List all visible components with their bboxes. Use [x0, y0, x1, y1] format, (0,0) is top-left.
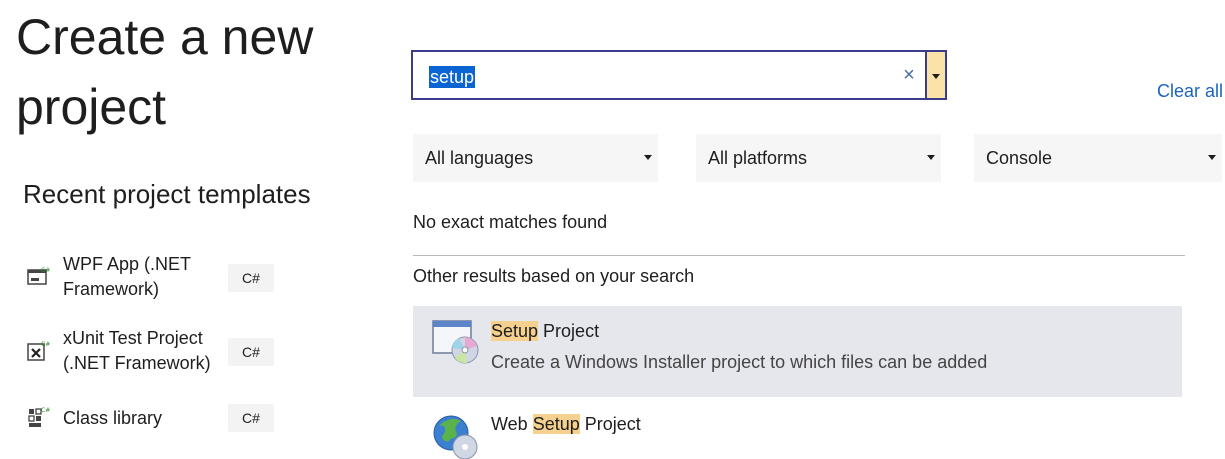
xunit-test-icon: C#: [27, 341, 50, 361]
language-filter-label: All languages: [425, 148, 534, 168]
svg-text:C#: C#: [41, 341, 50, 348]
divider: [413, 255, 1185, 256]
recent-template-label: WPF App (.NET Framework): [63, 254, 191, 299]
project-type-filter-label: Console: [986, 148, 1053, 168]
chevron-down-icon: [644, 155, 652, 160]
recent-template-item[interactable]: C# Class library C#: [24, 404, 284, 456]
language-badge: C#: [228, 264, 274, 292]
clear-search-icon[interactable]: ×: [899, 64, 919, 86]
language-badge: C#: [228, 338, 274, 366]
recent-template-item[interactable]: C# xUnit Test Project (.NET Framework) C…: [24, 326, 284, 376]
language-filter-dropdown[interactable]: All languages: [413, 134, 658, 182]
search-highlight: Setup: [491, 321, 539, 341]
web-setup-project-icon: [433, 415, 478, 459]
chevron-down-icon: [927, 155, 935, 160]
recent-template-label: xUnit Test Project (.NET Framework): [63, 328, 211, 373]
wpf-app-icon: C#: [27, 267, 50, 285]
svg-text:C#: C#: [41, 267, 50, 274]
language-badge: C#: [228, 404, 274, 432]
project-type-filter-dropdown[interactable]: Console: [974, 134, 1222, 182]
recent-templates-heading: Recent project templates: [23, 179, 311, 209]
project-template-description: Create a Windows Installer project to wh…: [491, 352, 988, 372]
search-input-value: setup: [429, 66, 476, 88]
chevron-down-icon: [1208, 155, 1216, 160]
search-highlight: Setup: [532, 414, 580, 434]
class-library-icon: C#: [28, 407, 50, 427]
setup-project-icon: [432, 320, 479, 364]
recent-template-item[interactable]: C# WPF App (.NET Framework) C#: [24, 252, 284, 302]
clear-all-link[interactable]: Clear all: [1157, 80, 1223, 102]
other-results-heading: Other results based on your search: [413, 266, 695, 286]
no-match-message: No exact matches found: [413, 212, 608, 232]
platform-filter-label: All platforms: [708, 148, 808, 168]
project-template-title: Web Setup Project: [491, 414, 641, 434]
search-history-dropdown-button[interactable]: [927, 50, 947, 100]
recent-template-label: Class library: [63, 408, 163, 428]
project-template-item[interactable]: Web Setup Project: [413, 399, 1182, 459]
page-title: Create a new project: [16, 9, 314, 135]
project-template-item[interactable]: Setup Project Create a Windows Installer…: [413, 306, 1182, 397]
project-template-title: Setup Project: [491, 321, 600, 341]
search-input[interactable]: setup ×: [411, 50, 927, 100]
svg-text:C#: C#: [41, 407, 50, 414]
chevron-down-icon: [932, 74, 940, 79]
platform-filter-dropdown[interactable]: All platforms: [696, 134, 941, 182]
